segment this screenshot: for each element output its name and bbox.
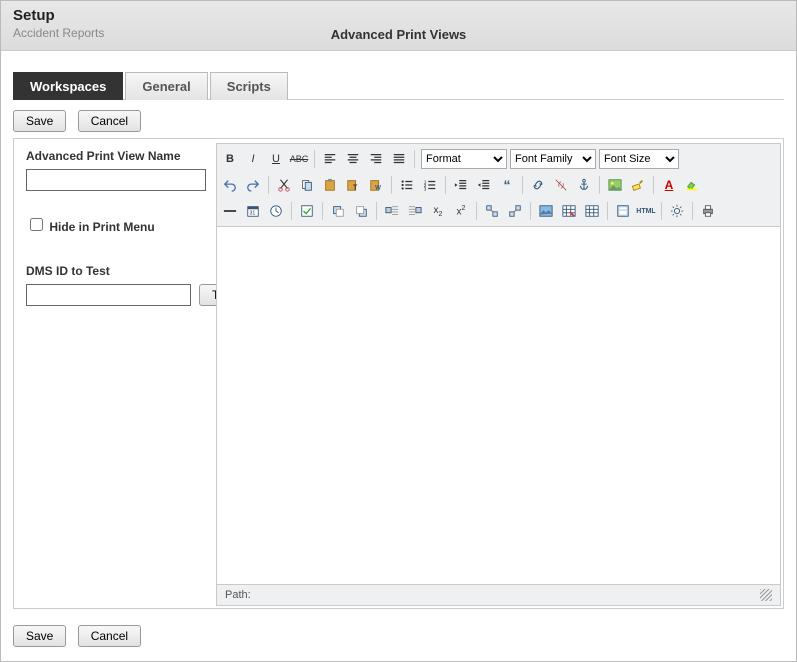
paste-text-icon[interactable]: T	[342, 174, 364, 196]
resize-handle[interactable]	[760, 589, 772, 601]
abs-left-icon[interactable]	[381, 200, 403, 222]
template-icon[interactable]	[612, 200, 634, 222]
tab-workspaces[interactable]: Workspaces	[13, 72, 123, 100]
blockquote-icon[interactable]: “	[496, 174, 518, 196]
hr-icon[interactable]	[219, 200, 241, 222]
paste-word-icon[interactable]: W	[365, 174, 387, 196]
align-right-icon[interactable]	[365, 148, 387, 170]
tab-scripts[interactable]: Scripts	[210, 72, 288, 100]
strike-icon[interactable]: ABC	[288, 148, 310, 170]
view-title: Advanced Print Views	[1, 27, 796, 42]
name-input[interactable]	[26, 169, 206, 191]
sup-icon[interactable]: x2	[450, 200, 472, 222]
image-icon[interactable]	[604, 174, 626, 196]
layer-backward-icon[interactable]	[350, 200, 372, 222]
bullet-list-icon[interactable]	[396, 174, 418, 196]
indent-icon[interactable]	[473, 174, 495, 196]
layer-forward-icon[interactable]	[327, 200, 349, 222]
hide-in-print-checkbox[interactable]	[30, 218, 43, 231]
table-icon[interactable]	[581, 200, 603, 222]
settings-icon[interactable]	[666, 200, 688, 222]
editor-statusbar: Path:	[216, 585, 781, 606]
cut-icon[interactable]	[273, 174, 295, 196]
tab-general[interactable]: General	[125, 72, 207, 100]
outdent-icon[interactable]	[450, 174, 472, 196]
cancel-button-bottom[interactable]: Cancel	[78, 625, 141, 647]
svg-text:3: 3	[424, 186, 427, 191]
unlink-icon[interactable]	[550, 174, 572, 196]
page-header: Setup Accident Reports Advanced Print Vi…	[1, 1, 796, 51]
text-color-icon[interactable]: A	[658, 174, 680, 196]
path-label: Path:	[225, 589, 251, 601]
action-bar-bottom: Save Cancel	[1, 615, 796, 661]
anchor-icon[interactable]	[573, 174, 595, 196]
save-button-bottom[interactable]: Save	[13, 625, 66, 647]
tab-bar: Workspaces General Scripts	[13, 71, 784, 100]
undo-icon[interactable]	[219, 174, 241, 196]
align-center-icon[interactable]	[342, 148, 364, 170]
redo-icon[interactable]	[242, 174, 264, 196]
merge-down-icon[interactable]	[481, 200, 503, 222]
editor-body[interactable]	[216, 227, 781, 585]
align-left-icon[interactable]	[319, 148, 341, 170]
number-list-icon[interactable]: 123	[419, 174, 441, 196]
editor-toolbar: B I U ABC Format Font Family Font Size	[216, 143, 781, 227]
action-bar-top: Save Cancel	[1, 100, 796, 138]
italic-icon[interactable]: I	[242, 148, 264, 170]
clean-icon[interactable]	[627, 174, 649, 196]
merge-up-icon[interactable]	[504, 200, 526, 222]
table-edit-icon[interactable]	[558, 200, 580, 222]
bold-icon[interactable]: B	[219, 148, 241, 170]
html-icon[interactable]: HTML	[635, 200, 657, 222]
date-icon[interactable]: 31	[242, 200, 264, 222]
save-button[interactable]: Save	[13, 110, 66, 132]
checkbox-icon[interactable]	[296, 200, 318, 222]
dms-id-label: DMS ID to Test	[26, 264, 202, 278]
svg-text:W: W	[375, 184, 381, 191]
svg-text:T: T	[353, 184, 358, 191]
font-size-select[interactable]: Font Size	[599, 149, 679, 169]
abs-right-icon[interactable]	[404, 200, 426, 222]
form-column: Advanced Print View Name Hide in Print M…	[14, 139, 214, 608]
rich-text-editor: B I U ABC Format Font Family Font Size	[214, 139, 783, 608]
dms-id-input[interactable]	[26, 284, 191, 306]
sub-icon[interactable]: x2	[427, 200, 449, 222]
main-content: Advanced Print View Name Hide in Print M…	[13, 138, 784, 609]
cancel-button[interactable]: Cancel	[78, 110, 141, 132]
copy-icon[interactable]	[296, 174, 318, 196]
name-label: Advanced Print View Name	[26, 149, 202, 163]
page-title: Setup	[13, 7, 784, 24]
hide-in-print-label: Hide in Print Menu	[49, 220, 154, 234]
align-justify-icon[interactable]	[388, 148, 410, 170]
font-family-select[interactable]: Font Family	[510, 149, 596, 169]
format-select[interactable]: Format	[421, 149, 507, 169]
paste-icon[interactable]	[319, 174, 341, 196]
underline-icon[interactable]: U	[265, 148, 287, 170]
time-icon[interactable]	[265, 200, 287, 222]
print-icon[interactable]	[697, 200, 719, 222]
bg-image-icon[interactable]	[535, 200, 557, 222]
highlight-icon[interactable]	[681, 174, 703, 196]
svg-text:31: 31	[250, 211, 256, 217]
link-icon[interactable]	[527, 174, 549, 196]
